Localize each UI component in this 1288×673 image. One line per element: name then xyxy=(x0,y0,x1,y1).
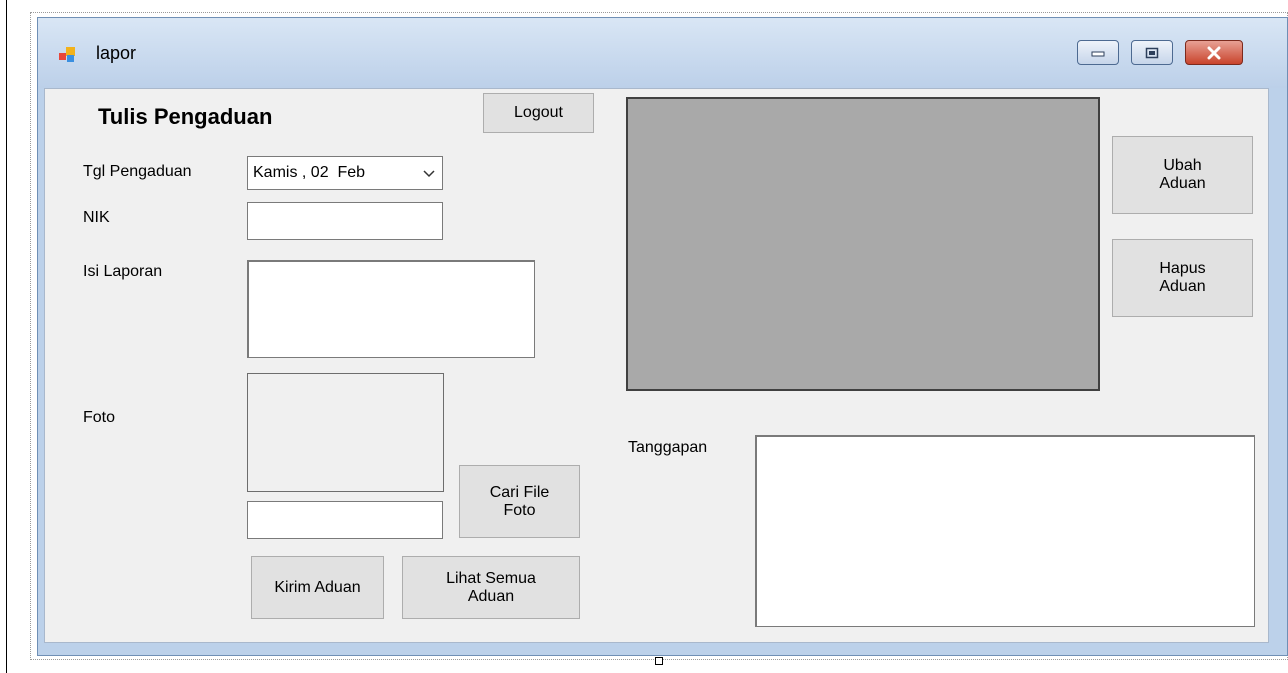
lihat-semua-aduan-label: Lihat Semua Aduan xyxy=(446,569,536,605)
aduan-data-grid[interactable] xyxy=(626,97,1100,391)
title-bar[interactable]: lapor xyxy=(38,18,1287,88)
foto-picture-box xyxy=(247,373,444,492)
hapus-aduan-button[interactable]: Hapus Aduan xyxy=(1112,239,1253,317)
tgl-pengaduan-datepicker[interactable]: Kamis , 02 Feb xyxy=(247,156,443,190)
close-icon xyxy=(1207,46,1221,59)
tanggapan-label: Tanggapan xyxy=(628,439,708,456)
close-button[interactable] xyxy=(1185,40,1243,65)
window-title: lapor xyxy=(96,43,137,63)
resize-handle[interactable] xyxy=(655,657,663,665)
foto-label: Foto xyxy=(83,409,116,426)
tanggapan-field[interactable] xyxy=(755,435,1255,627)
ubah-aduan-label: Ubah Aduan xyxy=(1159,157,1206,192)
isi-laporan-label: Isi Laporan xyxy=(83,263,163,280)
kirim-aduan-label: Kirim Aduan xyxy=(274,578,361,596)
ubah-aduan-button[interactable]: Ubah Aduan xyxy=(1112,136,1253,214)
lihat-semua-aduan-button[interactable]: Lihat Semua Aduan xyxy=(402,556,580,619)
minimize-icon xyxy=(1091,51,1105,56)
hapus-aduan-label: Hapus Aduan xyxy=(1159,260,1206,295)
nik-field[interactable] xyxy=(247,202,443,240)
form-client-area: Tulis Pengaduan Logout Tgl Pengaduan Kam… xyxy=(44,88,1269,643)
maximize-button[interactable] xyxy=(1131,40,1173,65)
chevron-down-icon[interactable] xyxy=(422,163,436,183)
kirim-aduan-button[interactable]: Kirim Aduan xyxy=(251,556,384,619)
isi-laporan-field[interactable] xyxy=(247,260,535,358)
logout-button-label: Logout xyxy=(514,104,563,121)
minimize-button[interactable] xyxy=(1077,40,1119,65)
tgl-pengaduan-label: Tgl Pengaduan xyxy=(83,163,192,180)
form-heading: Tulis Pengaduan xyxy=(98,104,273,129)
form-icon xyxy=(59,47,75,62)
cari-file-foto-label: Cari File Foto xyxy=(489,483,550,519)
lapor-window: lapor Tulis Pengaduan Logout Tgl Pengadu… xyxy=(37,17,1288,656)
designer-edge-line xyxy=(6,0,7,673)
maximize-icon xyxy=(1145,47,1159,58)
cari-file-foto-button[interactable]: Cari File Foto xyxy=(459,465,580,538)
tgl-pengaduan-value: Kamis , 02 Feb xyxy=(253,164,366,181)
logout-button[interactable]: Logout xyxy=(483,93,594,133)
nik-label: NIK xyxy=(83,209,110,226)
foto-path-field[interactable] xyxy=(247,501,443,539)
